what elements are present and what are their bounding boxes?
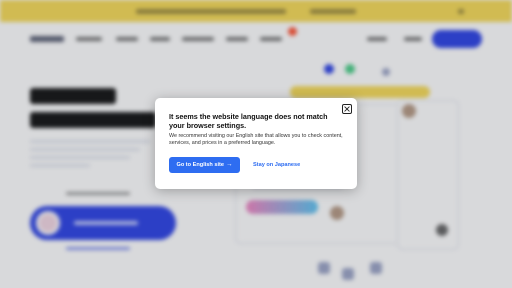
close-icon[interactable] (342, 104, 352, 114)
primary-button-label: Go to English site (176, 162, 225, 168)
language-mismatch-dialog: It seems the website language does not m… (155, 98, 357, 189)
go-to-english-site-button[interactable]: Go to English site → (169, 157, 240, 173)
stay-on-japanese-button[interactable]: Stay on Japanese (249, 157, 304, 173)
dialog-title: It seems the website language does not m… (169, 112, 328, 130)
secondary-button-label: Stay on Japanese (253, 162, 301, 168)
dialog-description: We recommend visiting our English site t… (169, 133, 343, 146)
arrow-right-icon: → (226, 160, 233, 168)
